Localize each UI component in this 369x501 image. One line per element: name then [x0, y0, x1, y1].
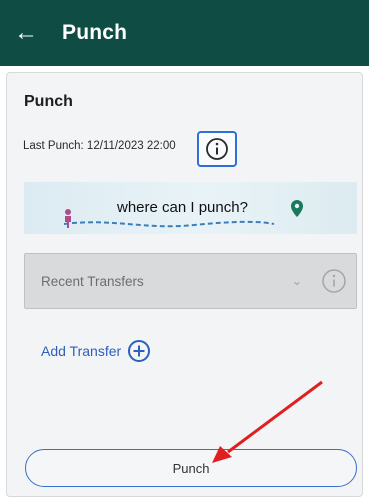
- punch-card: Punch Last Punch: 12/11/2023 22:00 where…: [6, 72, 363, 497]
- chevron-down-icon: ⌄: [291, 273, 303, 288]
- person-icon: [65, 209, 71, 228]
- last-punch-text: Last Punch: 12/11/2023 22:00: [23, 140, 176, 152]
- add-transfer-button[interactable]: Add Transfer: [41, 337, 151, 365]
- add-transfer-label: Add Transfer: [41, 343, 122, 359]
- location-pin-icon: [291, 200, 303, 217]
- info-icon: [206, 138, 228, 160]
- info-icon[interactable]: [321, 268, 347, 294]
- card-heading: Punch: [24, 93, 73, 110]
- where-can-i-punch-banner[interactable]: where can I punch?: [24, 182, 357, 234]
- arrow-left-icon[interactable]: ←: [14, 21, 54, 45]
- recent-transfers-select[interactable]: Recent Transfers ⌄: [24, 253, 357, 309]
- page-title: Punch: [62, 21, 128, 44]
- punch-button[interactable]: Punch: [25, 449, 357, 487]
- last-punch-info-button[interactable]: [197, 131, 237, 167]
- plus-circle-icon: [128, 340, 151, 362]
- recent-transfers-value: Recent Transfers: [41, 273, 144, 289]
- punch-button-label: Punch: [172, 460, 210, 476]
- where-can-i-punch-label: where can I punch?: [117, 199, 248, 216]
- app-bar: ← Punch: [0, 0, 369, 66]
